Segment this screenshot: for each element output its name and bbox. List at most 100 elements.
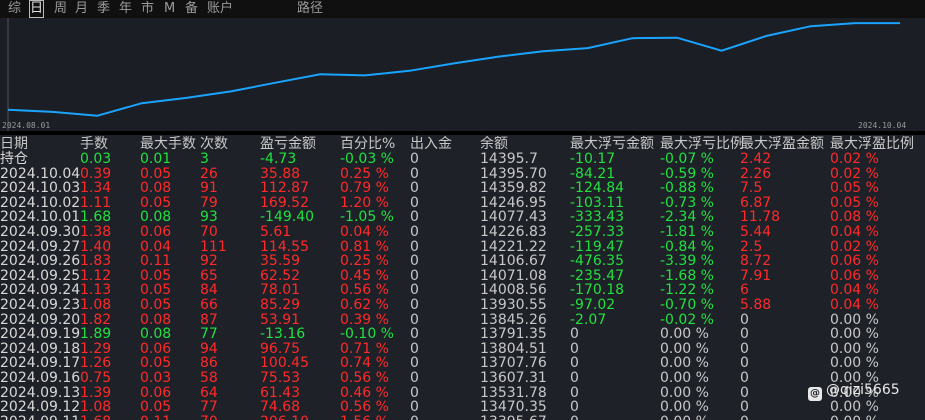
table-row[interactable]: 2024.09.12 1.08 0.05 77 74.68 0.56 % 0 13470.35… xyxy=(0,400,925,415)
table-cell: 0 xyxy=(410,370,419,386)
column-header[interactable]: 最大浮亏比例 xyxy=(660,137,744,152)
column-header[interactable]: 盈亏金额 xyxy=(260,137,316,152)
table-row[interactable]: 2024.09.13 1.39 0.06 64 61.43 0.46 % 0 13531.78… xyxy=(0,385,925,401)
table-row[interactable]: 2024.10.02 1.11 0.05 79 169.52 1.20 % 0 14246.9… xyxy=(0,195,925,211)
tab-0[interactable]: 综 xyxy=(8,0,21,18)
table-cell: 7.5 xyxy=(740,180,763,197)
table-cell: 0.04 % xyxy=(830,224,879,240)
table-cell: 0 xyxy=(740,326,749,343)
table-row[interactable]: 2024.09.30 1.38 0.06 70 5.61 0.04 % 0 14226.83 -… xyxy=(0,225,925,240)
table-row[interactable]: 2024.09.23 1.08 0.05 66 85.29 0.62 % 0 13930.55… xyxy=(0,298,925,313)
tab-6[interactable]: 市 xyxy=(141,0,154,18)
table-cell: 0 xyxy=(740,399,749,416)
table-row[interactable]: 2024.09.19 1.89 0.08 77 -13.16 -0.10 % 0 13791.… xyxy=(0,327,925,342)
table-row[interactable]: 2024.10.04 0.39 0.05 26 35.88 0.25 % 0 14395.70… xyxy=(0,166,925,182)
table-cell: 0.00 % xyxy=(830,414,879,420)
table-row[interactable]: 2024.09.18 1.29 0.06 94 96.75 0.71 % 0 13804.51… xyxy=(0,341,925,357)
table-cell: -13.16 xyxy=(260,326,306,343)
table-row[interactable]: 持仓 0.03 0.01 3 -4.73 -0.03 % 0 14395.7 -10.17 -0.… xyxy=(0,152,925,167)
table-cell: 14359.82 xyxy=(480,180,547,197)
tab-5[interactable]: 年 xyxy=(119,0,132,18)
weibo-icon: @ xyxy=(808,387,822,401)
table-row[interactable]: 2024.10.01 1.68 0.08 93 -149.40 -1.05 % 0 14077… xyxy=(0,210,925,225)
tab-9[interactable]: 账户 xyxy=(207,0,233,18)
watermark: @ @qizi5665 xyxy=(808,380,900,401)
table-cell: 0.00 % xyxy=(660,370,709,386)
table-cell: 2024.09.23 xyxy=(0,297,81,313)
column-header[interactable]: 出入金 xyxy=(410,137,452,152)
table-cell: 2024.09.26 xyxy=(0,253,81,270)
table-cell: 2024.09.12 xyxy=(0,399,81,416)
table-cell: 2.42 xyxy=(740,151,772,167)
table-cell: 91 xyxy=(200,180,218,197)
table-cell: 0.02 % xyxy=(830,151,879,167)
table-row[interactable]: 2024.09.16 0.75 0.03 58 75.53 0.56 % 0 13607.31… xyxy=(0,371,925,386)
column-header[interactable]: 最大手数 xyxy=(140,137,196,152)
table-cell: 77 xyxy=(200,399,218,416)
table-cell: 0 xyxy=(410,224,419,240)
table-cell: 0 xyxy=(570,414,579,420)
table-cell: 13470.35 xyxy=(480,399,547,416)
column-header[interactable]: 百分比% xyxy=(340,137,395,152)
table-cell: 70 xyxy=(200,414,218,420)
table-row[interactable]: 2024.09.25 1.12 0.05 65 62.52 0.45 % 0 14071.08… xyxy=(0,268,925,284)
column-header[interactable]: 最大浮盈比例 xyxy=(830,137,914,152)
table-cell: -10.17 xyxy=(570,151,616,167)
table-cell: -124.84 xyxy=(570,180,625,197)
tab-4[interactable]: 季 xyxy=(97,0,110,18)
table-cell: 8.72 xyxy=(740,253,772,270)
table-row[interactable]: 2024.09.20 1.82 0.08 87 53.91 0.39 % 0 13845.26… xyxy=(0,312,925,328)
table-cell: 0.75 xyxy=(80,370,112,386)
table-cell: 0.11 xyxy=(140,414,171,420)
table-row[interactable]: 2024.09.26 1.83 0.11 92 35.59 0.25 % 0 14106.67… xyxy=(0,254,925,269)
table-cell: 13930.55 xyxy=(480,297,547,313)
tab-7[interactable]: M xyxy=(164,0,175,18)
table-row[interactable]: 2024.09.17 1.26 0.05 86 100.45 0.74 % 0 13707.7… xyxy=(0,356,925,371)
table-cell: 0.03 xyxy=(140,370,172,386)
tab-3[interactable]: 月 xyxy=(75,0,88,18)
table-cell: 1.83 xyxy=(80,253,112,270)
equity-curve-chart xyxy=(0,18,925,131)
watermark-text: @qizi5665 xyxy=(826,382,900,398)
table-row[interactable]: 2024.09.24 1.13 0.05 84 78.01 0.56 % 0 14008.56… xyxy=(0,283,925,298)
table-cell: 0.08 xyxy=(140,180,172,197)
table-cell: 0 xyxy=(410,151,419,167)
chart-start-date: 2024.08.01 xyxy=(2,121,51,130)
table-row[interactable]: 2024.10.03 1.34 0.08 91 112.87 0.79 % 0 14359.8… xyxy=(0,181,925,196)
column-header[interactable]: 日期 xyxy=(0,137,28,152)
table-cell: 13395.67 xyxy=(480,414,547,420)
tab-8[interactable]: 备 xyxy=(185,0,198,18)
column-header[interactable]: 手数 xyxy=(80,137,108,152)
equity-curve-svg xyxy=(7,18,900,131)
table-cell: 2024.09.30 xyxy=(0,224,81,240)
tab-2[interactable]: 周 xyxy=(54,0,67,18)
table-cell: 1.38 xyxy=(80,224,112,240)
tab-1[interactable]: 日 xyxy=(29,0,45,18)
table-cell: -0.03 % xyxy=(340,151,394,167)
table-row[interactable]: 2024.09.111.68 0.11 70 206.10 1.56 % 0 13395.6… xyxy=(0,414,925,420)
column-header[interactable]: 次数 xyxy=(200,137,228,152)
table-cell: 0.25 % xyxy=(340,253,389,270)
table-cell: 0 xyxy=(570,370,579,386)
table-cell: 0.00 % xyxy=(830,326,879,343)
table-cell: 持仓 xyxy=(0,151,28,167)
table-cell: 0 xyxy=(740,414,749,420)
tab-10[interactable]: 路径 xyxy=(297,0,323,18)
table-cell: 0 xyxy=(410,297,419,313)
table-cell: 0 xyxy=(410,326,419,343)
table-cell: 0.06 xyxy=(140,224,172,240)
table-cell: 0 xyxy=(740,370,749,386)
table-cell: 0 xyxy=(410,253,419,270)
table-cell: 77 xyxy=(200,326,218,343)
table-cell: 0.11 xyxy=(140,253,172,270)
equity-curve-line xyxy=(7,22,900,117)
column-header[interactable]: 最大浮盈金额 xyxy=(740,137,824,152)
column-header[interactable]: 最大浮亏金额 xyxy=(570,137,654,152)
table-cell: -1.81 % xyxy=(660,224,714,240)
column-header[interactable]: 余额 xyxy=(480,137,508,152)
table-cell: 0 xyxy=(410,399,419,416)
table-cell: 0 xyxy=(410,414,419,420)
table-row[interactable]: 2024.09.27 1.40 0.04 111 114.55 0.81 % 0 14221.… xyxy=(0,239,925,255)
table-cell: 2024.09.11 xyxy=(0,414,80,420)
table-header: 日期 手数 最大手数 次数 盈亏金额 百分比% 出入金 余额 最大浮亏金额 最大浮亏比例 最大浮盈金… xyxy=(0,137,925,152)
